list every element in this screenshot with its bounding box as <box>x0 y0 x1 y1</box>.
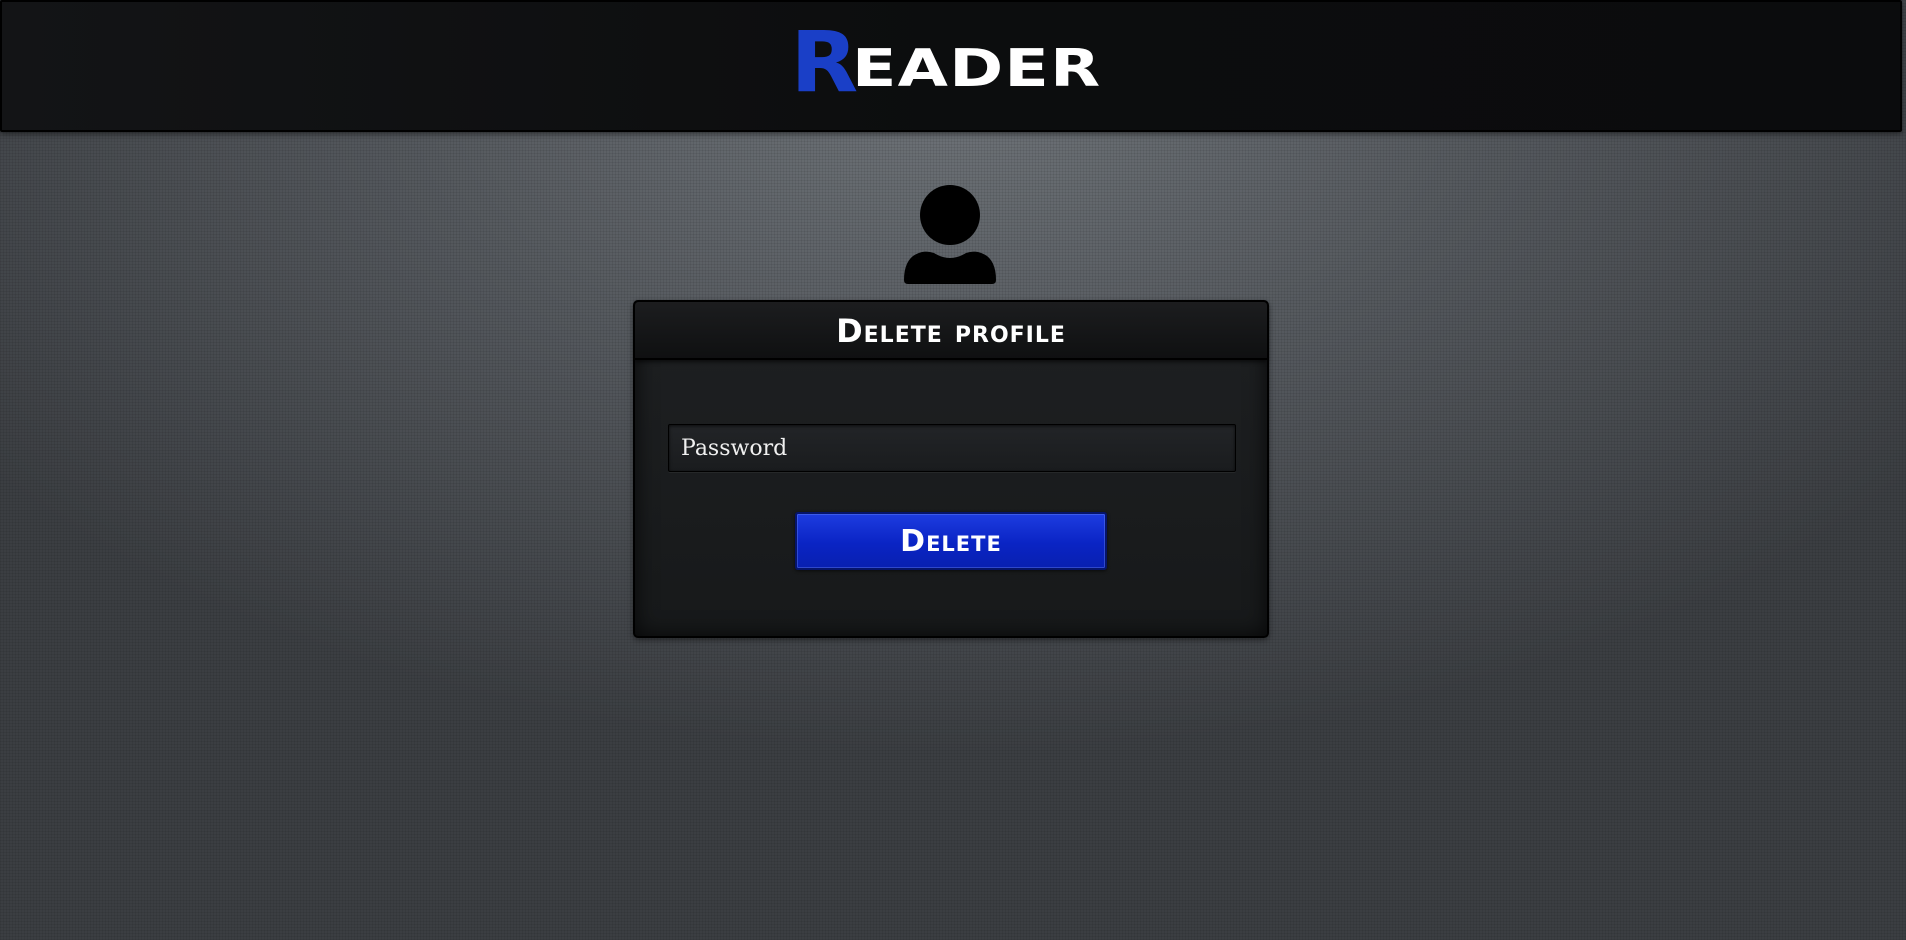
panel-header: Delete profile <box>635 302 1267 360</box>
delete-profile-panel: Delete profile Delete <box>633 300 1269 638</box>
reader-logo[interactable]: R EADER <box>790 13 1099 111</box>
top-bar: R EADER <box>0 0 1902 132</box>
panel-title: Delete profile <box>836 312 1066 350</box>
password-input[interactable] <box>668 424 1236 472</box>
user-icon <box>904 185 996 284</box>
logo-initial: R <box>790 13 860 111</box>
logo-text: EADER <box>851 39 1102 99</box>
delete-button[interactable]: Delete <box>795 512 1107 570</box>
